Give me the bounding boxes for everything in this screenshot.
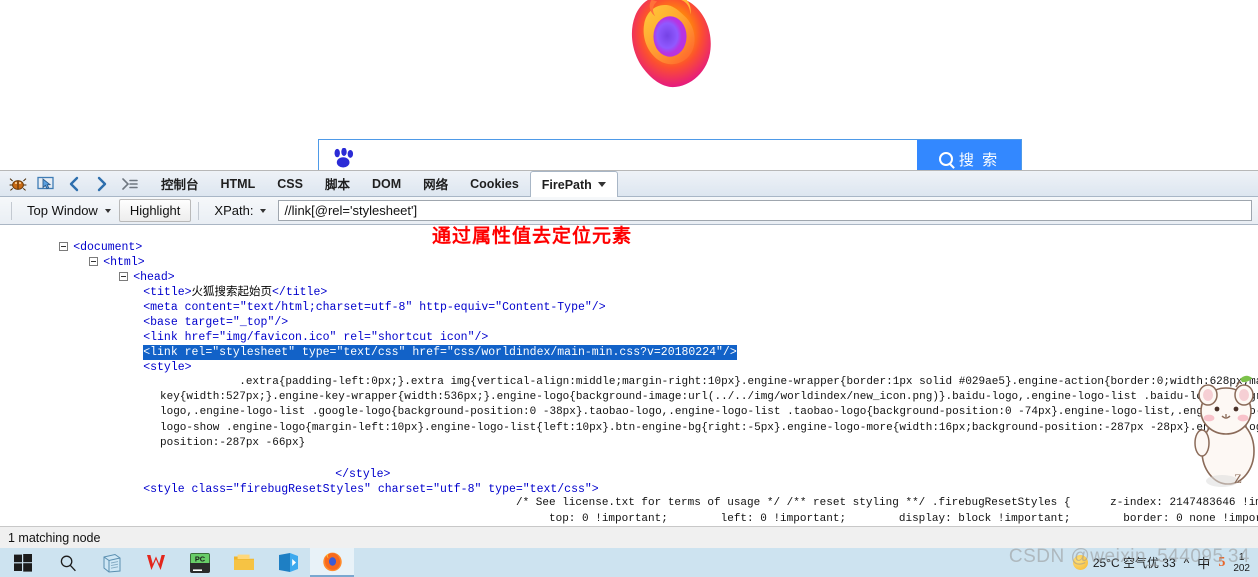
tab-console-label: 控制台 [161, 178, 199, 192]
media-player-app-button[interactable] [266, 548, 310, 577]
tree-node-base[interactable]: <base target="_top"/> [0, 300, 1258, 329]
search-input-wrap[interactable] [319, 140, 917, 170]
tab-script[interactable]: 脚本 [314, 171, 361, 196]
tree-node-link-stylesheet-selected[interactable]: <link rel="stylesheet" type="text/css" h… [0, 330, 1258, 360]
windows-taskbar: PC 25°C 空气优 33 ^ 中 5 1 202 [0, 548, 1258, 577]
tree-node-style-1-close: </style> [0, 452, 1258, 481]
nav-forward-icon[interactable] [88, 171, 116, 196]
status-bar: 1 matching node [0, 526, 1258, 549]
weather-widget[interactable]: 25°C 空气优 33 [1072, 554, 1176, 571]
tab-dom-label: DOM [371, 176, 402, 191]
search-button-label: 搜 索 [958, 151, 1000, 169]
status-text: 1 matching node [8, 531, 101, 545]
style-2-open-tag: <style class="firebugResetStyles" charse… [143, 482, 599, 496]
clock-date: 202 [1233, 562, 1250, 574]
html5-icon[interactable]: 5 [1218, 555, 1225, 571]
tab-network[interactable]: 网络 [412, 171, 459, 196]
taskbar-search-button[interactable] [46, 548, 90, 577]
tree-node-style-1-open[interactable]: <style> [0, 345, 1258, 390]
tree-node-style-2-open[interactable]: <style class="firebugResetStyles" charse… [0, 467, 1258, 512]
tab-console[interactable]: 控制台 [150, 171, 210, 196]
firefox-app-button[interactable] [310, 548, 354, 577]
tab-cookies[interactable]: Cookies [459, 171, 530, 196]
weather-text: 25°C 空气优 33 [1092, 556, 1176, 570]
system-tray: 25°C 空气优 33 ^ 中 5 1 202 [1072, 548, 1254, 577]
xpath-label: XPath: [214, 203, 254, 218]
sun-icon [1072, 555, 1088, 570]
style-1-open-tag: <style> [143, 361, 192, 374]
tab-html-label: HTML [220, 176, 256, 191]
browser-page-area: 搜 索 [0, 0, 1258, 170]
annotation-text: 通过属性值去定位元素 [432, 226, 633, 247]
tree-node-meta[interactable]: <meta content="text/html;charset=utf-8" … [0, 285, 1258, 314]
baidu-paw-icon [334, 148, 354, 168]
firepath-toolbar: Top Window Highlight XPath: [0, 197, 1258, 225]
clock-time: 1 [1238, 551, 1245, 563]
tree-node-link-favicon[interactable]: <link href="img/favicon.ico" rel="shortc… [0, 315, 1258, 344]
tab-dom[interactable]: DOM [361, 171, 412, 196]
xpath-input[interactable] [278, 200, 1252, 221]
firebug-toolbar: 控制台 HTML CSS 脚本 DOM 网络 Cookies FirePath [0, 171, 1258, 197]
notepad-app-button[interactable] [90, 548, 134, 577]
wps-app-button[interactable] [134, 548, 178, 577]
clock[interactable]: 1 202 [1233, 552, 1250, 574]
tab-firepath-label: FirePath [541, 177, 592, 192]
window-selector-label: Top Window [27, 203, 98, 218]
search-input[interactable] [357, 140, 908, 170]
dom-tree-body[interactable]: <document> <html> <head> <title>火狐搜索起始页<… [0, 225, 1258, 524]
ime-indicator[interactable]: 中 [1197, 553, 1210, 572]
tab-firepath[interactable]: FirePath [529, 171, 618, 197]
tab-html[interactable]: HTML [210, 171, 267, 196]
search-box[interactable]: 搜 索 [318, 139, 1022, 170]
xpath-mode-selector[interactable]: XPath: [206, 201, 274, 220]
inspect-element-icon[interactable] [32, 171, 60, 196]
tab-script-label: 脚本 [324, 178, 350, 192]
tab-network-label: 网络 [423, 178, 449, 192]
pycharm-app-button[interactable]: PC [178, 548, 222, 577]
start-button[interactable] [0, 548, 46, 577]
svg-text:PC: PC [195, 554, 206, 563]
firefox-logo-icon [624, 0, 716, 90]
tree-node-head[interactable]: <head> [0, 255, 1258, 284]
chevron-down-icon [260, 208, 267, 213]
firebug-bug-icon[interactable] [4, 171, 32, 196]
highlight-toggle[interactable]: Highlight [118, 199, 192, 222]
tab-css-label: CSS [277, 176, 303, 191]
file-explorer-app-button[interactable] [222, 548, 266, 577]
tray-expand-icon[interactable]: ^ [1184, 556, 1190, 570]
tab-cookies-label: Cookies [470, 176, 519, 191]
search-button[interactable]: 搜 索 [917, 140, 1021, 170]
chevron-down-icon [104, 208, 111, 213]
tab-css[interactable]: CSS [266, 171, 314, 196]
chevron-down-icon [597, 182, 606, 187]
magnifier-icon [938, 152, 953, 166]
screenshot-root: 搜 索 控制台 HTML CSS 脚本 DOM 网络 Cookies FireP… [0, 0, 1258, 577]
command-line-icon[interactable] [116, 171, 144, 196]
window-selector[interactable]: Top Window [19, 201, 119, 220]
firebug-panel: 控制台 HTML CSS 脚本 DOM 网络 Cookies FirePath … [0, 170, 1258, 549]
nav-back-icon[interactable] [60, 171, 88, 196]
tree-node-title[interactable]: <title>火狐搜索起始页</title> [0, 270, 1258, 299]
